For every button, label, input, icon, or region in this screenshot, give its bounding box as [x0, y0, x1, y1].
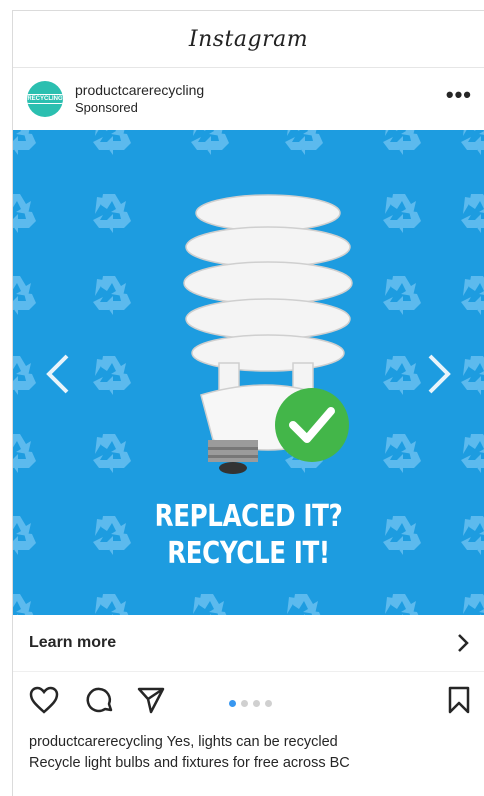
bookmark-icon[interactable]: [448, 686, 470, 714]
chevron-right-icon: [458, 634, 469, 652]
next-slide-icon[interactable]: [424, 352, 454, 396]
avatar[interactable]: RECYCLING: [24, 81, 66, 117]
instagram-logo[interactable]: Instagram: [189, 27, 308, 52]
carousel-dot: [241, 700, 248, 707]
more-options-icon[interactable]: •••: [446, 84, 472, 106]
heart-icon[interactable]: [29, 686, 59, 714]
caption-line-2: Recycle light bulbs and fixtures for fre…: [29, 755, 350, 771]
cfl-bulb-illustration: [183, 194, 353, 474]
share-icon[interactable]: [137, 686, 165, 714]
action-bar: [13, 672, 484, 732]
carousel-dot: [265, 700, 272, 707]
media-headline: REPLACED IT? RECYCLE IT!: [55, 498, 441, 572]
avatar-text: RECYCLING: [24, 94, 66, 104]
previous-slide-icon[interactable]: [43, 352, 73, 396]
instagram-post-frame: Instagram RECYCLING productcarerecycling…: [12, 10, 484, 796]
post-author: productcarerecycling Sponsored: [75, 82, 204, 116]
headline-line-2: RECYCLE IT!: [167, 536, 330, 571]
caption-username[interactable]: productcarerecycling: [29, 734, 163, 750]
learn-more-label: Learn more: [29, 634, 117, 651]
post-media[interactable]: REPLACED IT? RECYCLE IT!: [13, 130, 484, 615]
caption-line-1: Yes, lights can be recycled: [166, 734, 338, 750]
comment-icon[interactable]: [85, 686, 115, 716]
post-caption: productcarerecycling Yes, lights can be …: [13, 732, 484, 774]
app-header: Instagram: [13, 11, 484, 68]
sponsored-label: Sponsored: [75, 100, 138, 115]
username-link[interactable]: productcarerecycling: [75, 82, 204, 99]
learn-more-button[interactable]: Learn more: [13, 615, 484, 672]
headline-line-1: REPLACED IT?: [154, 499, 343, 534]
post-header: RECYCLING productcarerecycling Sponsored…: [13, 68, 484, 130]
carousel-dot: [229, 700, 236, 707]
carousel-dot: [253, 700, 260, 707]
carousel-indicator: [229, 700, 272, 707]
